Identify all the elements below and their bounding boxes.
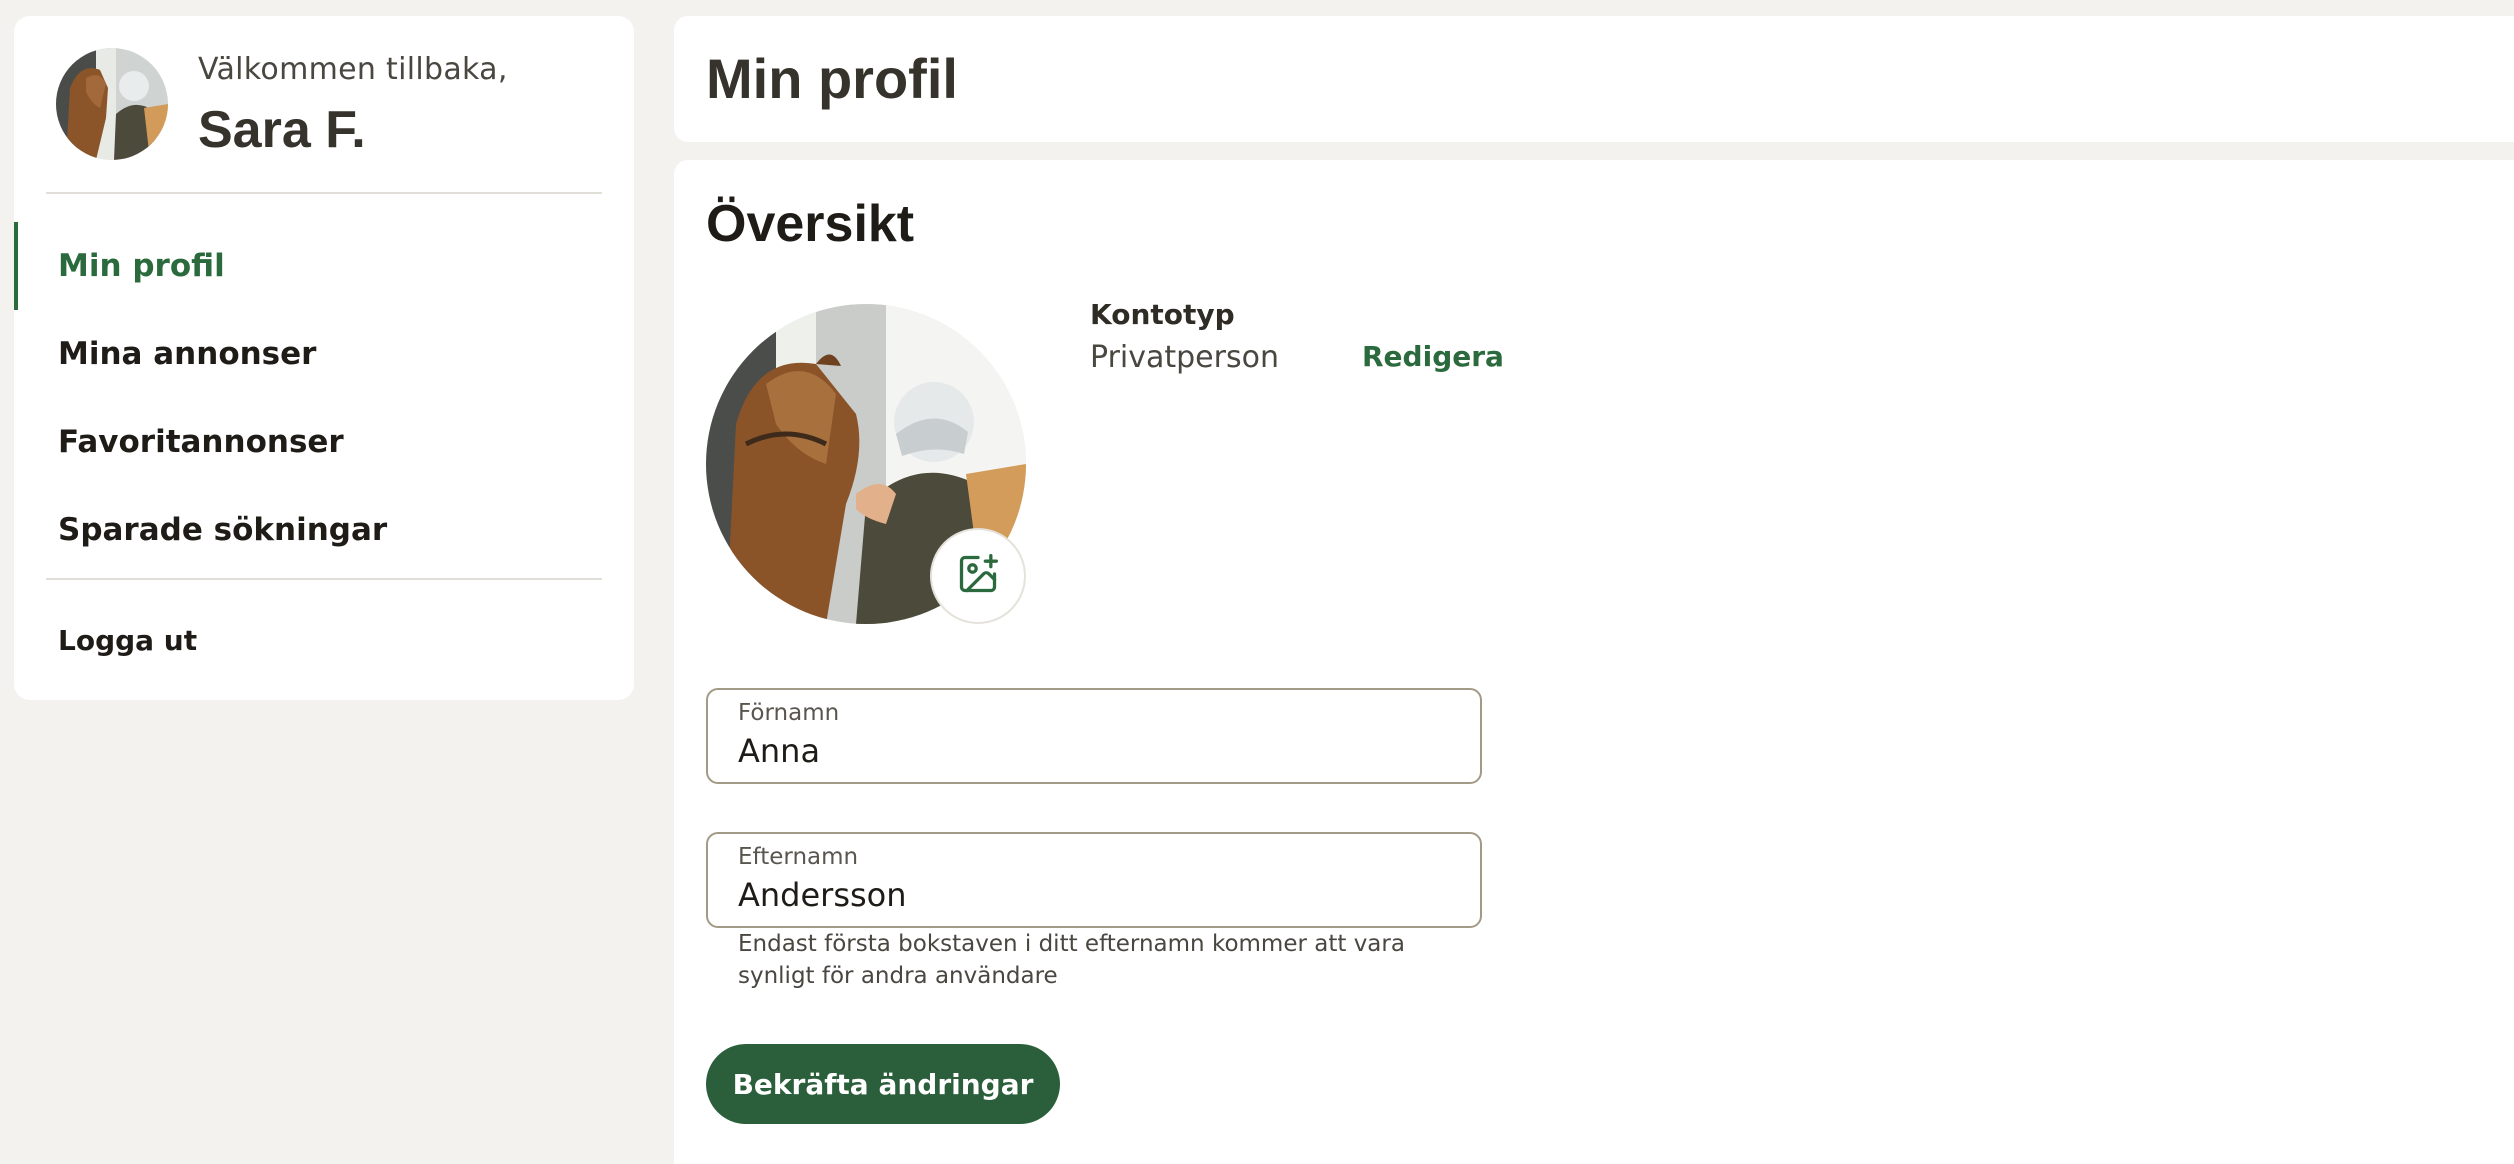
sidebar-item-label: Favoritannonser [58,424,344,460]
edit-account-type-link[interactable]: Redigera [1362,340,1504,373]
first-name-field[interactable]: Förnamn [706,688,1482,784]
account-type-value: Privatperson [1090,340,1279,375]
account-type-label: Kontotyp [1090,298,1235,331]
overview-card: Översikt Kontotyp Privatperson Redigera … [674,160,2514,1164]
sidebar-item-mina-annonser[interactable]: Mina annonser [14,310,634,398]
first-name-input[interactable] [738,732,1448,770]
last-name-input[interactable] [738,876,1448,914]
welcome-text: Välkommen tillbaka, [198,52,508,87]
page-title: Min profil [706,47,958,110]
image-plus-icon [956,552,1000,600]
change-photo-button[interactable] [930,528,1026,624]
sidebar-item-favoritannonser[interactable]: Favoritannonser [14,398,634,486]
confirm-changes-button[interactable]: Bekräfta ändringar [706,1044,1060,1124]
sidebar-item-sparade-sokningar[interactable]: Sparade sökningar [14,486,634,574]
sidebar: Välkommen tillbaka, Sara F. Min profil M… [14,16,634,700]
page-header: Min profil [674,16,2514,142]
sidebar-item-label: Mina annonser [58,336,317,372]
sidebar-item-min-profil[interactable]: Min profil [14,222,634,310]
section-title: Översikt [706,195,915,253]
first-name-label: Förnamn [738,700,840,726]
last-name-field[interactable]: Efternamn [706,832,1482,928]
last-name-label: Efternamn [738,844,859,870]
user-header: Välkommen tillbaka, Sara F. [14,16,634,194]
user-avatar [56,48,168,160]
last-name-helper-text: Endast första bokstaven i ditt efternamn… [738,931,1405,989]
user-name: Sara F. [198,101,366,159]
sidebar-nav: Min profil Mina annonser Favoritannonser… [14,222,634,574]
sidebar-item-label: Sparade sökningar [58,512,388,548]
sidebar-divider-top [46,192,602,194]
logout-link[interactable]: Logga ut [58,624,197,657]
sidebar-divider-bottom [46,578,602,580]
sidebar-item-label: Min profil [58,248,225,284]
